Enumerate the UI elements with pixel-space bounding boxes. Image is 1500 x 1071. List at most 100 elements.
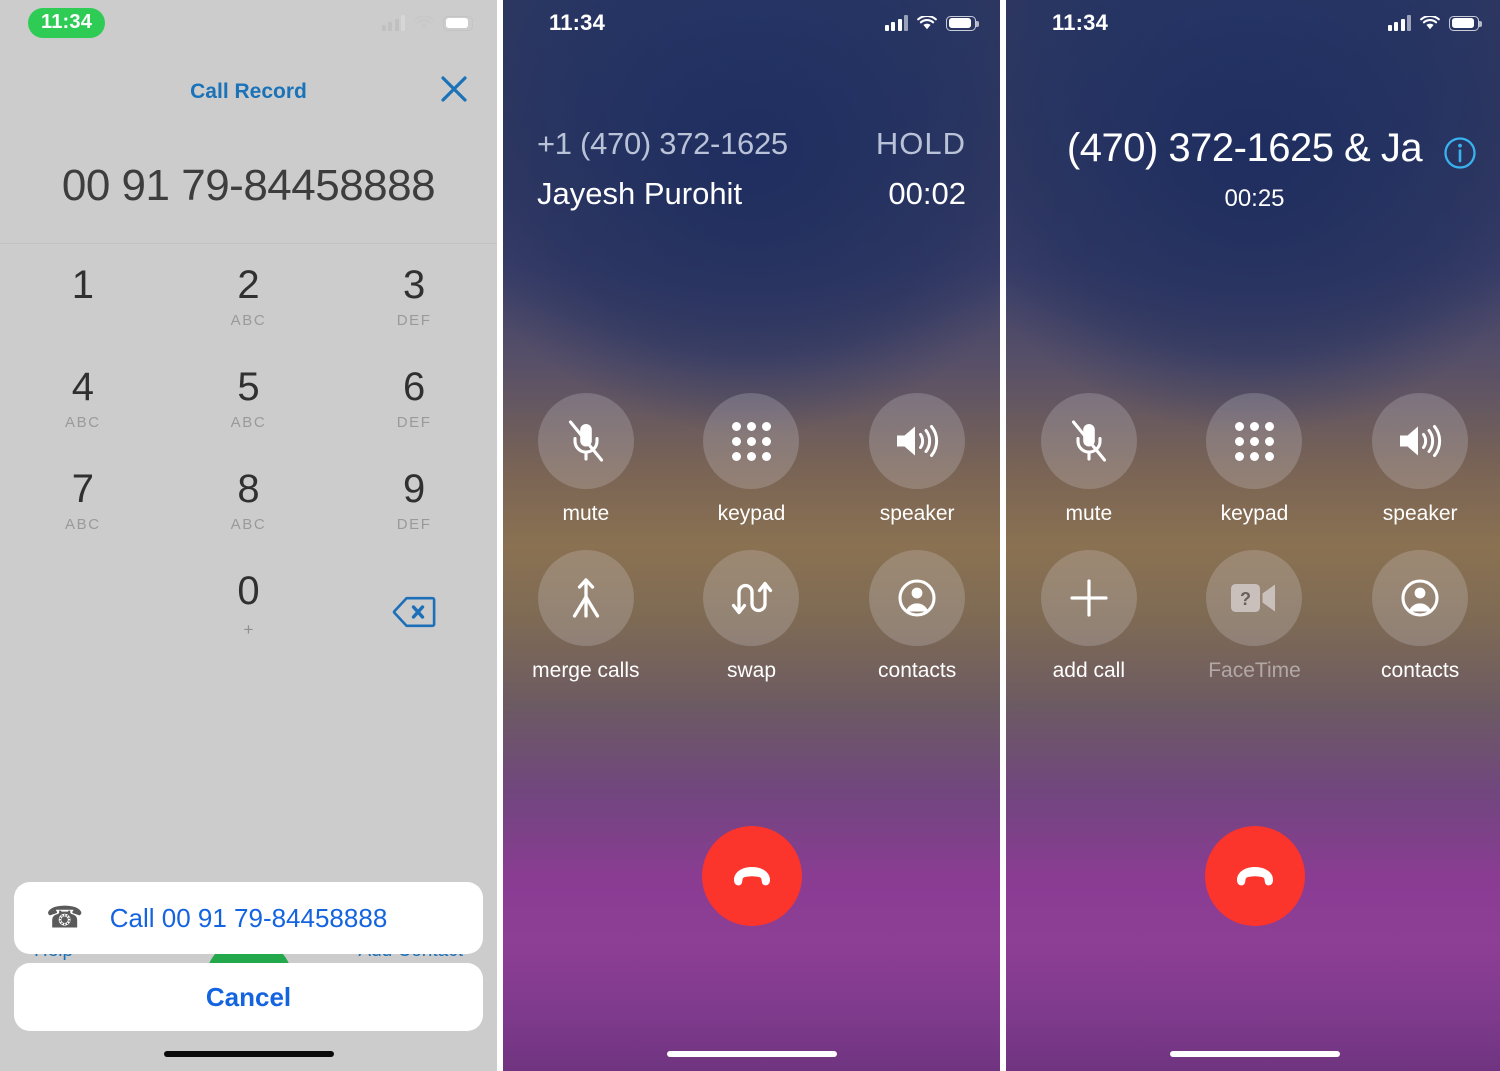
call-line-primary: +1 (470) 372-1625 HOLD xyxy=(503,126,1000,162)
keypad-key-4[interactable]: 4 ABC xyxy=(0,360,166,462)
status-time: 11:34 xyxy=(28,8,106,38)
key-digit: 0 xyxy=(237,569,260,613)
panel-dialer: 11:34 Call Record 00 91 79-84458888 1 2 … xyxy=(0,0,497,1071)
control-swap[interactable]: swap xyxy=(669,550,835,683)
control-contacts[interactable]: contacts xyxy=(1337,550,1500,683)
call-controls-grid: mute keypad xyxy=(503,393,1000,683)
battery-icon xyxy=(946,15,979,31)
plus-icon xyxy=(1040,550,1137,646)
contacts-person-icon xyxy=(869,550,966,646)
status-indicators xyxy=(1387,15,1482,31)
key-digit: 4 xyxy=(71,365,94,409)
cellular-bars-icon xyxy=(884,15,908,31)
keypad-key-8[interactable]: 8 ABC xyxy=(166,462,332,564)
status-time: 11:34 xyxy=(549,10,606,35)
status-bar: 11:34 xyxy=(0,0,497,46)
key-letters: DEF xyxy=(396,516,432,533)
keypad-dots-icon xyxy=(1206,393,1303,489)
control-label: mute xyxy=(562,502,610,525)
key-letters: ABC xyxy=(230,312,267,329)
page-title: Call Record xyxy=(190,80,307,103)
key-letters: ABC xyxy=(230,414,267,431)
control-merge-calls[interactable]: merge calls xyxy=(503,550,669,683)
call-duration-timer: 00:02 xyxy=(888,176,966,211)
keypad-key-0[interactable]: 0 + xyxy=(166,564,332,666)
active-caller-name: Jayesh Purohit xyxy=(537,176,743,211)
incall-screen-merged: 11:34 (470) 372-1625 & Ja 00:25 mute key… xyxy=(1006,0,1500,1071)
control-label: mute xyxy=(1065,502,1113,525)
dialer-header: Call Record 00 91 79-84458888 xyxy=(0,46,497,244)
call-header: +1 (470) 372-1625 HOLD Jayesh Purohit 00… xyxy=(503,126,1000,212)
cancel-button[interactable]: Cancel xyxy=(14,963,483,1031)
end-call-handset-icon[interactable] xyxy=(701,826,802,926)
key-letters: ABC xyxy=(230,516,267,533)
close-x-icon[interactable] xyxy=(437,72,471,106)
microphone-muted-icon xyxy=(1040,393,1137,489)
key-letters: DEF xyxy=(396,414,432,431)
control-contacts[interactable]: contacts xyxy=(834,550,1000,683)
status-time: 11:34 xyxy=(1052,10,1109,35)
control-mute[interactable]: mute xyxy=(1006,393,1172,526)
control-keypad[interactable]: keypad xyxy=(669,393,835,526)
key-digit: 2 xyxy=(237,263,260,307)
panel-incall-hold: 11:34 +1 (470) 372-1625 HOLD Jayesh Puro… xyxy=(503,0,1000,1071)
control-speaker[interactable]: speaker xyxy=(834,393,1000,526)
home-indicator xyxy=(163,1051,334,1057)
control-mute[interactable]: mute xyxy=(503,393,669,526)
call-duration-timer: 00:25 xyxy=(1224,185,1285,212)
dialed-number-display: 00 91 79-84458888 xyxy=(61,161,436,210)
speaker-waves-icon xyxy=(1372,393,1469,489)
status-bar: 11:34 xyxy=(1006,0,1500,46)
keypad-key-6[interactable]: 6 DEF xyxy=(331,360,497,462)
key-digit: 6 xyxy=(403,365,426,409)
end-call-handset-icon[interactable] xyxy=(1204,826,1305,926)
control-add-call[interactable]: add call xyxy=(1006,550,1172,683)
panel-incall-merged: 11:34 (470) 372-1625 & Ja 00:25 mute key… xyxy=(1006,0,1500,1071)
info-circle-icon[interactable] xyxy=(1443,136,1477,170)
key-digit: 5 xyxy=(237,365,260,409)
key-digit: 9 xyxy=(403,467,426,511)
key-digit: 3 xyxy=(403,263,426,307)
keypad-key-2[interactable]: 2 ABC xyxy=(166,258,332,360)
cancel-label: Cancel xyxy=(205,981,292,1012)
home-indicator xyxy=(666,1051,837,1057)
control-label: keypad xyxy=(717,502,786,525)
wifi-icon xyxy=(1420,15,1440,29)
control-label: FaceTime xyxy=(1208,659,1301,682)
status-bar: 11:34 xyxy=(503,0,1000,46)
contacts-person-icon xyxy=(1372,550,1469,646)
keypad-key-7[interactable]: 7 ABC xyxy=(0,462,166,564)
merged-call-title: (470) 372-1625 & Ja xyxy=(1066,126,1423,170)
battery-icon xyxy=(1449,15,1482,31)
three-panel-screenshot: 11:34 Call Record 00 91 79-84458888 1 2 … xyxy=(0,0,1500,1071)
control-speaker[interactable]: speaker xyxy=(1337,393,1500,526)
key-letters: + xyxy=(243,620,254,639)
dialer-screen: 11:34 Call Record 00 91 79-84458888 1 2 … xyxy=(0,0,497,1071)
status-indicators xyxy=(381,15,476,31)
wifi-icon xyxy=(917,15,937,29)
keypad-key-9[interactable]: 9 DEF xyxy=(331,462,497,564)
control-facetime[interactable]: ? FaceTime xyxy=(1172,550,1338,683)
swap-arrows-icon xyxy=(703,550,800,646)
control-label: speaker xyxy=(1382,502,1458,525)
keypad-key-1[interactable]: 1 xyxy=(0,258,166,360)
control-keypad[interactable]: keypad xyxy=(1172,393,1338,526)
speaker-waves-icon xyxy=(869,393,966,489)
merged-call-title-row: (470) 372-1625 & Ja 00:25 xyxy=(1006,126,1500,213)
keypad-key-5[interactable]: 5 ABC xyxy=(166,360,332,462)
battery-icon xyxy=(443,15,476,31)
held-call-number: +1 (470) 372-1625 xyxy=(537,126,788,161)
control-label: speaker xyxy=(879,502,955,525)
keypad-key-3[interactable]: 3 DEF xyxy=(331,258,497,360)
cellular-bars-icon xyxy=(381,15,405,31)
control-label: swap xyxy=(726,659,776,682)
key-letters: ABC xyxy=(65,516,101,533)
control-label: contacts xyxy=(1381,659,1460,682)
call-controls-grid: mute keypad xyxy=(1006,393,1500,683)
call-action-sheet-button[interactable]: ☎ Call 00 91 79-84458888 xyxy=(14,882,483,954)
call-header: (470) 372-1625 & Ja 00:25 xyxy=(1006,126,1500,213)
backspace-delete-icon[interactable] xyxy=(331,564,497,666)
call-action-label: Call 00 91 79-84458888 xyxy=(109,902,388,933)
keypad-dots-icon xyxy=(703,393,800,489)
merge-arrow-icon xyxy=(537,550,634,646)
